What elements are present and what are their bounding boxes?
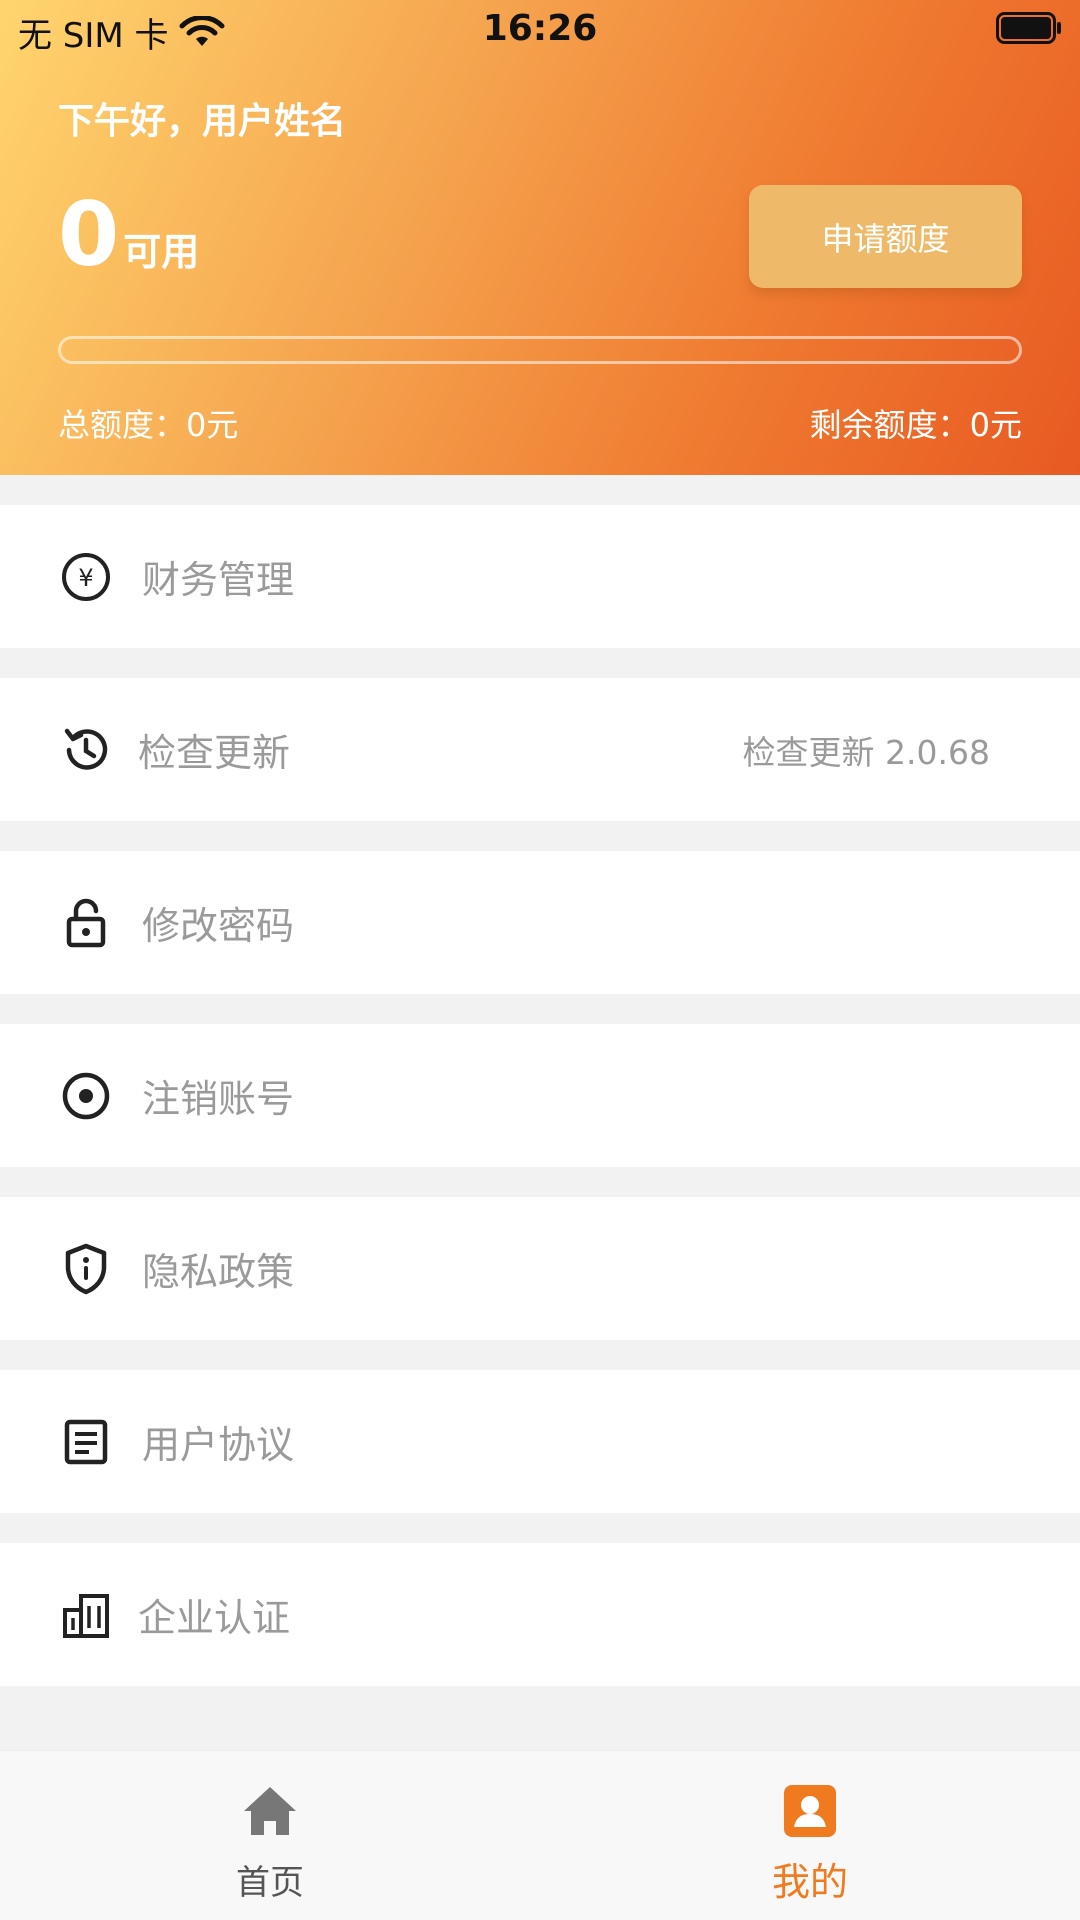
- menu-label-check-update: 检查更新: [138, 731, 291, 775]
- lock-icon: [58, 895, 114, 951]
- remaining-quota: 剩余额度：0元: [809, 406, 1022, 444]
- shield-info-icon: [58, 1241, 114, 1297]
- greeting-text: 下午好，用户姓名: [58, 101, 347, 142]
- credit-progress-bar: [58, 336, 1022, 364]
- available-credit: 0 可用: [58, 190, 199, 280]
- radio-dot-icon: [58, 1068, 114, 1124]
- tab-bar: 首页 我的: [0, 1750, 1080, 1920]
- menu-item-enterprise-verification[interactable]: 企业认证: [0, 1543, 1080, 1686]
- tab-mine-label: 我的: [771, 1860, 848, 1904]
- tab-mine[interactable]: 我的: [540, 1751, 1080, 1920]
- status-time: 16:26: [482, 8, 598, 49]
- building-icon: [58, 1587, 114, 1643]
- menu-label-enterprise-verification: 企业认证: [138, 1596, 291, 1640]
- menu-label-privacy-policy: 隐私政策: [142, 1250, 295, 1294]
- battery-icon: [996, 12, 1061, 44]
- available-amount: 0: [58, 183, 120, 286]
- header-banner: 无 SIM 卡 16:26 下午好，用户姓名 0 可用 申请额度 总额度：0元 …: [0, 0, 1080, 475]
- menu-item-privacy-policy[interactable]: 隐私政策: [0, 1197, 1080, 1340]
- profile-screen: 无 SIM 卡 16:26 下午好，用户姓名 0 可用 申请额度 总额度：0元 …: [0, 0, 1080, 1920]
- menu-label-change-password: 修改密码: [142, 904, 295, 948]
- apply-credit-button[interactable]: 申请额度: [749, 185, 1022, 288]
- available-label: 可用: [123, 230, 200, 274]
- home-icon: [244, 1787, 296, 1835]
- menu-label-finance: 财务管理: [142, 558, 295, 602]
- svg-text:¥: ¥: [78, 564, 93, 592]
- profile-icon: [784, 1785, 836, 1837]
- tab-home[interactable]: 首页: [0, 1751, 540, 1920]
- menu-item-change-password[interactable]: 修改密码: [0, 851, 1080, 994]
- menu-item-user-agreement[interactable]: 用户协议: [0, 1370, 1080, 1513]
- yen-circle-icon: ¥: [58, 549, 114, 605]
- menu-label-user-agreement: 用户协议: [142, 1423, 295, 1467]
- status-bar: 无 SIM 卡 16:26: [0, 0, 1080, 56]
- history-icon: [58, 722, 114, 778]
- menu-item-check-update[interactable]: 检查更新 检查更新 2.0.68: [0, 678, 1080, 821]
- document-icon: [58, 1414, 114, 1470]
- menu-item-cancel-account[interactable]: 注销账号: [0, 1024, 1080, 1167]
- version-text: 检查更新 2.0.68: [742, 732, 990, 772]
- tab-home-label: 首页: [236, 1863, 304, 1903]
- menu-item-finance[interactable]: ¥ 财务管理: [0, 505, 1080, 648]
- total-quota: 总额度：0元: [58, 406, 239, 444]
- menu-label-cancel-account: 注销账号: [142, 1077, 295, 1121]
